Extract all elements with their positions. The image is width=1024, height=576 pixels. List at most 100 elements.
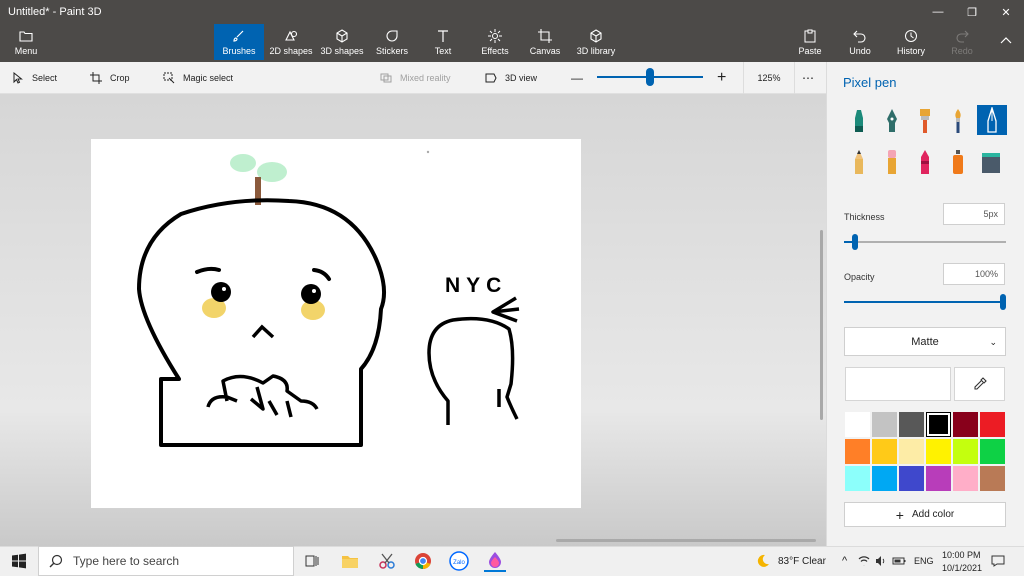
color-swatch[interactable] (898, 438, 925, 465)
color-swatch[interactable] (844, 411, 871, 438)
undo-button[interactable]: Undo (844, 24, 876, 60)
minimize-button[interactable]: — (921, 0, 955, 24)
zoom-in-button[interactable]: + (717, 62, 726, 94)
opacity-input[interactable]: 100% (943, 263, 1005, 285)
3d-view-button[interactable]: 3D view (485, 62, 537, 94)
paint-3d-button[interactable] (484, 550, 506, 572)
color-swatch[interactable] (979, 438, 1006, 465)
volume-icon[interactable] (874, 550, 888, 572)
color-swatch[interactable] (898, 411, 925, 438)
opacity-slider-thumb[interactable] (1000, 294, 1006, 310)
taskbar-search-box[interactable]: Type here to search (38, 546, 294, 576)
tab-label: 3D shapes (320, 45, 364, 56)
redo-button[interactable]: Redo (946, 24, 978, 60)
current-color-preview[interactable] (845, 367, 951, 401)
spray-can-brush[interactable] (944, 148, 972, 176)
color-swatch[interactable] (925, 465, 952, 492)
close-button[interactable]: ✕ (989, 0, 1023, 24)
language-indicator[interactable]: ENG (914, 556, 934, 566)
network-icon[interactable] (857, 550, 871, 572)
stray-dot (426, 150, 430, 154)
color-swatch[interactable] (871, 438, 898, 465)
3d-shapes-icon (336, 28, 348, 43)
notifications-button[interactable] (988, 550, 1008, 572)
tab-label: Brushes (222, 45, 256, 56)
horizontal-scrollbar[interactable] (556, 539, 816, 542)
pencil-brush[interactable] (845, 148, 873, 176)
file-explorer-button[interactable] (339, 550, 361, 572)
add-color-button[interactable]: + Add color (844, 502, 1006, 527)
finish-value: Matte (911, 335, 939, 348)
weather-text[interactable]: 83°F Clear (778, 556, 826, 567)
thickness-input[interactable]: 5px (943, 203, 1005, 225)
redo-label: Redo (951, 45, 973, 56)
clock-time[interactable]: 10:00 PM (942, 550, 981, 560)
history-button[interactable]: History (894, 24, 928, 60)
battery-icon[interactable] (892, 550, 906, 572)
tab-stickers[interactable]: Stickers (370, 24, 414, 60)
color-swatch[interactable] (844, 438, 871, 465)
start-button[interactable] (8, 550, 30, 572)
tab-label: Text (434, 45, 452, 56)
mixed-reality-icon (380, 73, 392, 83)
tab-2d-shapes[interactable]: 2D shapes (266, 24, 316, 60)
crayon-brush[interactable] (911, 148, 939, 176)
chrome-button[interactable] (412, 550, 434, 572)
mixed-reality-button[interactable]: Mixed reality (380, 62, 451, 94)
select-button[interactable]: Select (12, 62, 57, 94)
drawing-canvas[interactable]: NYC (91, 139, 581, 508)
spray-can-icon (953, 150, 963, 174)
color-swatch[interactable] (952, 438, 979, 465)
thickness-slider-thumb[interactable] (852, 234, 858, 250)
color-swatch[interactable] (844, 465, 871, 492)
finish-dropdown[interactable]: Matte ⌄ (844, 327, 1006, 356)
crop-button[interactable]: Crop (90, 62, 130, 94)
color-swatch[interactable] (871, 411, 898, 438)
left-brow (195, 266, 221, 274)
snipping-tool-button[interactable] (376, 550, 398, 572)
color-swatch[interactable] (952, 411, 979, 438)
maximize-button[interactable]: ❐ (955, 0, 989, 24)
calligraphy-pen-brush[interactable] (878, 107, 906, 135)
tab-3d-library[interactable]: 3D library (574, 24, 618, 60)
color-swatch[interactable] (871, 465, 898, 492)
zoom-level[interactable]: 125% (743, 62, 795, 94)
more-options-button[interactable]: ⋯ (802, 62, 814, 94)
eyedropper-button[interactable] (954, 367, 1005, 401)
zalo-button[interactable]: Zalo (448, 550, 470, 572)
color-swatch[interactable] (979, 411, 1006, 438)
vertical-scrollbar[interactable] (820, 230, 823, 420)
zoom-slider-thumb[interactable] (646, 68, 654, 86)
magic-select-button[interactable]: Magic select (163, 62, 233, 94)
collapse-ribbon-button[interactable] (992, 24, 1020, 60)
fill-brush[interactable] (977, 148, 1005, 176)
eraser-brush[interactable] (878, 148, 906, 176)
color-swatch[interactable] (925, 411, 952, 438)
plus-icon: + (717, 69, 727, 86)
tab-brushes[interactable]: Brushes (214, 24, 264, 60)
paste-button[interactable]: Paste (794, 24, 826, 60)
task-view-button[interactable] (301, 550, 323, 572)
color-swatch[interactable] (925, 438, 952, 465)
weather-icon[interactable] (755, 550, 771, 572)
hands (206, 374, 319, 418)
search-placeholder: Type here to search (73, 554, 180, 568)
color-swatch[interactable] (898, 465, 925, 492)
chevron-up-icon[interactable]: ^ (842, 555, 847, 567)
mixed-reality-label: Mixed reality (400, 73, 451, 83)
watercolor-brush[interactable] (944, 107, 972, 135)
tab-3d-shapes[interactable]: 3D shapes (318, 24, 366, 60)
clock-date[interactable]: 10/1/2021 (942, 563, 982, 573)
color-swatch[interactable] (952, 465, 979, 492)
zoom-out-button[interactable]: — (571, 62, 583, 94)
tab-effects[interactable]: Effects (474, 24, 516, 60)
color-swatch[interactable] (979, 465, 1006, 492)
chat-bubble-icon (991, 555, 1005, 567)
tab-text[interactable]: Text (424, 24, 462, 60)
pixel-pen-brush[interactable] (977, 105, 1007, 135)
menu-button[interactable]: Menu (4, 24, 48, 60)
oil-brush[interactable] (911, 107, 939, 135)
marker-brush[interactable] (845, 107, 873, 135)
thickness-slider-track[interactable] (844, 241, 1006, 243)
tab-canvas[interactable]: Canvas (526, 24, 564, 60)
